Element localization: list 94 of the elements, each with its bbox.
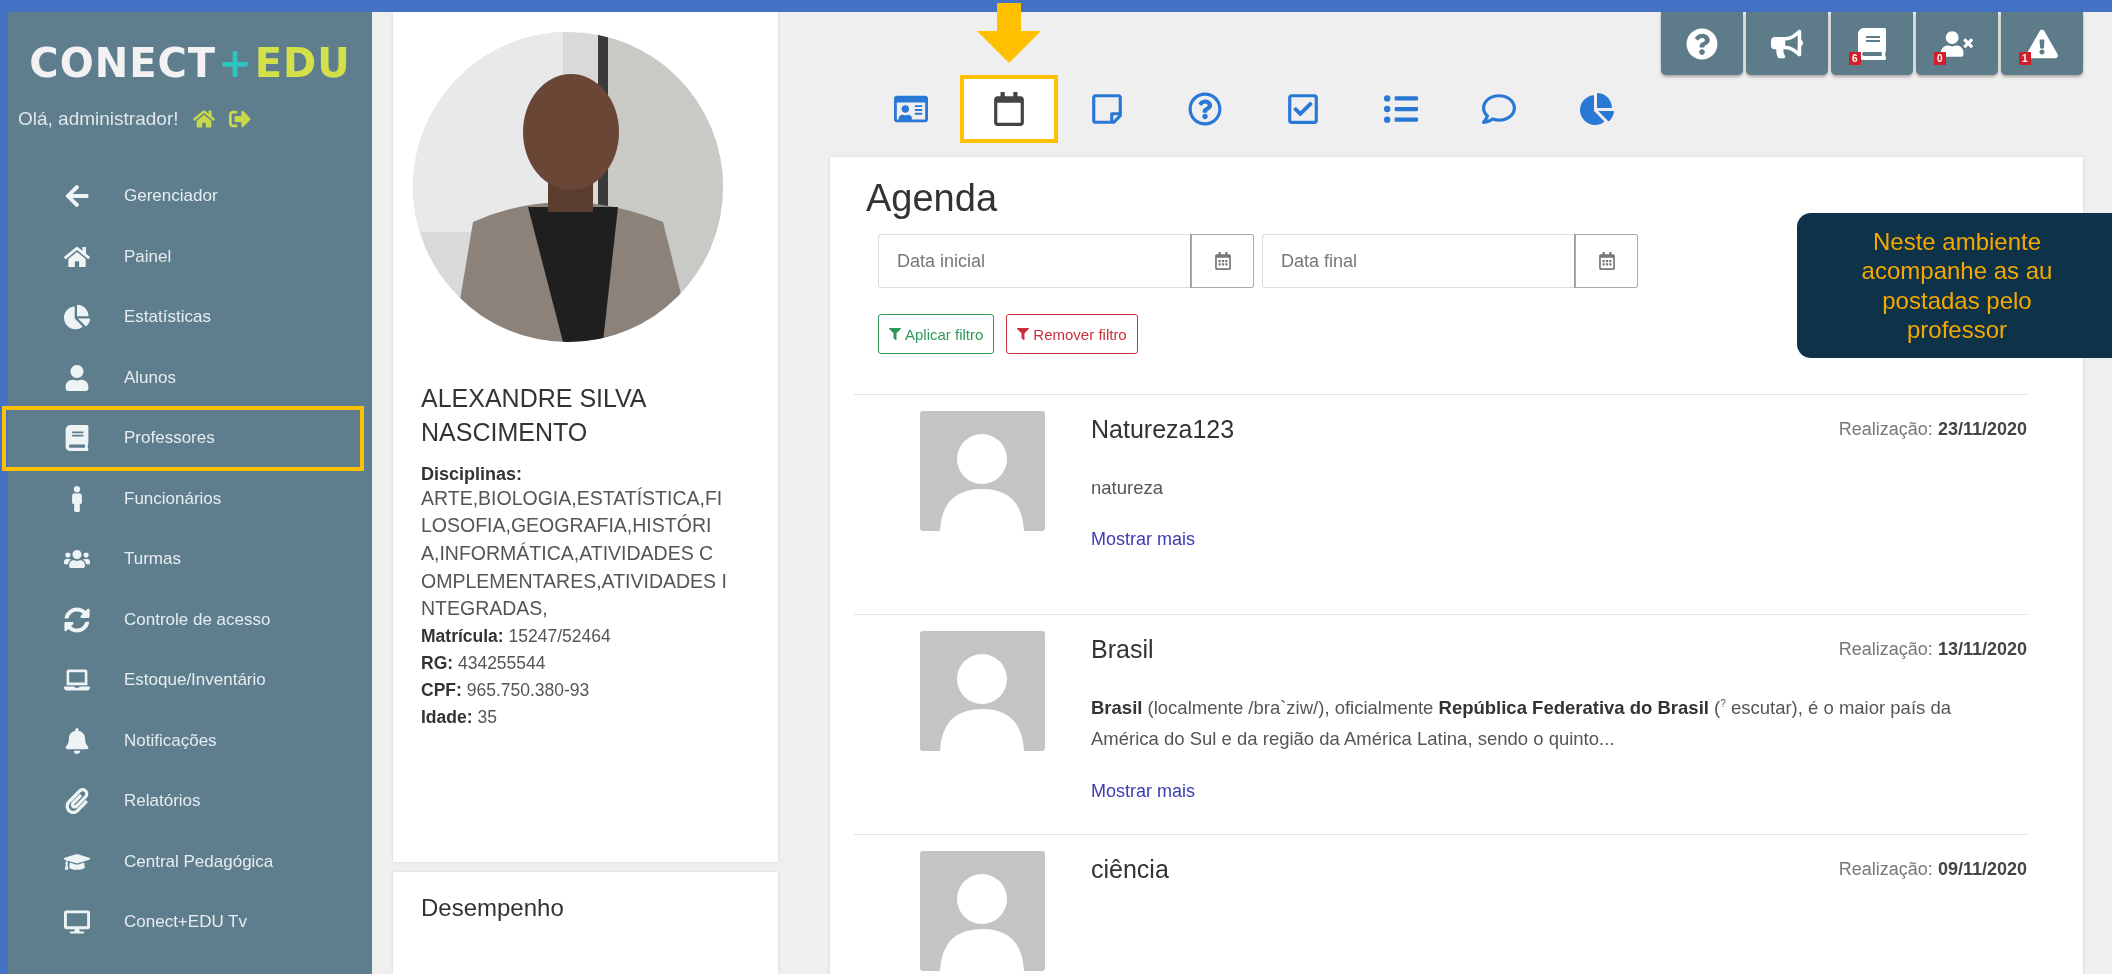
callout-text: acompanhe as au (1861, 256, 2053, 286)
paperclip-icon (64, 788, 90, 815)
calendar-button[interactable] (1574, 234, 1638, 288)
absence-button[interactable]: 0 (1916, 12, 1998, 75)
sidebar-item-label: Notificações (124, 730, 217, 751)
sidebar-item-label: Funcionários (124, 488, 222, 509)
profile-detail: CPF: 965.750.380-93 (421, 680, 590, 701)
note-icon (1090, 92, 1124, 126)
sidebar-item[interactable]: Notificações (8, 710, 372, 771)
filter-icon (889, 328, 901, 340)
book-button[interactable]: 6 (1831, 12, 1913, 75)
book-icon (1856, 27, 1888, 60)
calendar-icon (1213, 252, 1232, 270)
entry-title: Natureza123 (1091, 415, 1235, 444)
sidebar-item-label: Professores (124, 428, 215, 449)
entry-date: Realização: 13/11/2020 (1838, 639, 2027, 660)
arrow-left-icon (64, 183, 90, 210)
page-title: Agenda (866, 177, 998, 220)
show-more-link[interactable]: Mostrar mais (1091, 780, 1195, 802)
filter-icon (1017, 328, 1030, 340)
date-input[interactable]: Data final (1262, 234, 1574, 288)
show-more-link[interactable]: Mostrar mais (1091, 529, 1195, 551)
sidebar-item-label: Central Pedagógica (124, 851, 274, 872)
sidebar-item-label: Conect+EDU Tv (124, 912, 247, 933)
subjects-text: ARTE,BIOLOGIA,ESTATÍSTICA,FILOSOFIA,GEOGRAFIA,HISTÓRIA,INFORMÁTICA,ATIVIDADES COMPLEMENTARES,ATIVIDADES INTEGRADAS, (421, 485, 727, 622)
entry-text: natureza (1091, 477, 1163, 498)
megaphone-icon (1771, 27, 1803, 60)
person-icon (64, 364, 90, 391)
filter-button[interactable]: Aplicar filtro (878, 314, 995, 354)
bell-icon (64, 727, 90, 754)
date-input[interactable]: Data inicial (878, 234, 1190, 288)
sidebar-item-label: Controle de acesso (124, 609, 271, 630)
performance-title: Desempenho (421, 894, 565, 922)
avatar-placeholder-icon (920, 411, 1045, 531)
entry-title: Brasil (1091, 635, 1154, 664)
sidebar-item-label: Gerenciador (124, 186, 218, 207)
sidebar-item-label: Estatísticas (124, 307, 211, 328)
entry-date: Realização: 09/11/2020 (1838, 859, 2027, 880)
profile-detail: RG: 434255544 (421, 653, 546, 674)
sidebar-item[interactable]: Alunos (8, 347, 372, 408)
callout-text: Neste ambiente (1872, 226, 2042, 257)
sidebar-item-label: Relatórios (124, 791, 201, 812)
sidebar-item[interactable]: Professores (4, 408, 362, 469)
help-button[interactable] (1661, 12, 1743, 75)
pie-chart-icon (1580, 92, 1614, 126)
count-badge: 0 (1934, 52, 1946, 65)
sidebar-item[interactable]: Painel (8, 226, 372, 287)
profile-detail: Matrícula: 15247/52464 (421, 625, 611, 646)
filter-button[interactable]: Remover filtro (1006, 314, 1138, 354)
speech-bubble-icon (1482, 92, 1516, 126)
sidebar-item[interactable]: Estatísticas (8, 287, 372, 348)
count-badge: 6 (1849, 52, 1861, 65)
subjects-label: Disciplinas: (421, 463, 524, 485)
sidebar-item-label: Turmas (124, 549, 181, 570)
announcement-button[interactable] (1746, 12, 1828, 75)
home-icon[interactable] (192, 108, 215, 130)
question-icon (1188, 92, 1222, 126)
sidebar-item[interactable]: Gerenciador (8, 166, 372, 227)
count-badge: 1 (2019, 52, 2031, 65)
pie-chart-icon (64, 304, 90, 331)
help-icon (1686, 27, 1718, 60)
warning-icon (2026, 27, 2058, 60)
profile-detail: Idade: 35 (421, 707, 497, 728)
avatar-placeholder-icon (920, 851, 1045, 971)
entry-text: Brasil (localmente /bra`ziw/), oficialmente República Federativa do Brasil ($^{?}$ escutar), é o maior país da América do Sul e da região da América Latina, sendo o quinto... (1091, 697, 1951, 750)
sidebar-item-label: Painel (124, 246, 172, 267)
teacher-name: ALEXANDRE SILVA NASCIMENTO (421, 383, 647, 448)
sidebar-item[interactable]: Central Pedagógica (8, 831, 372, 892)
callout-text: professor (1906, 314, 2007, 345)
monitor-icon (64, 909, 90, 936)
entry-date: Realização: 23/11/2020 (1838, 419, 2027, 440)
sidebar-item[interactable]: Relatórios (8, 771, 372, 832)
sidebar-item[interactable]: Conect+EDU Tv (8, 892, 372, 953)
pointer-arrow (977, 3, 1041, 63)
sidebar-item[interactable]: Controle de acesso (8, 589, 372, 650)
sidebar-item[interactable]: Estoque/Inventário (8, 650, 372, 711)
sidebar-item[interactable]: Turmas (8, 529, 372, 590)
sidebar-item-label: Estoque/Inventário (124, 670, 266, 691)
calendar-icon (1597, 252, 1616, 270)
entry-title: ciência (1091, 855, 1169, 884)
checkbox-icon (1286, 92, 1320, 126)
avatar-placeholder-icon (920, 631, 1045, 751)
calendar-icon (992, 92, 1026, 126)
refresh-icon (64, 606, 90, 633)
callout-text: postadas pelo (1882, 285, 2032, 315)
logo: CONECT+EDU (29, 40, 351, 86)
alert-button[interactable]: 1 (2001, 12, 2083, 75)
list-icon (1384, 92, 1418, 126)
calendar-button[interactable] (1190, 234, 1254, 288)
book-icon (64, 425, 90, 452)
logout-icon[interactable] (228, 108, 251, 130)
sidebar-item[interactable]: Funcionários (8, 468, 372, 529)
sidebar-item-label: Alunos (124, 367, 176, 388)
greeting: Olá, administrador! (18, 108, 179, 130)
